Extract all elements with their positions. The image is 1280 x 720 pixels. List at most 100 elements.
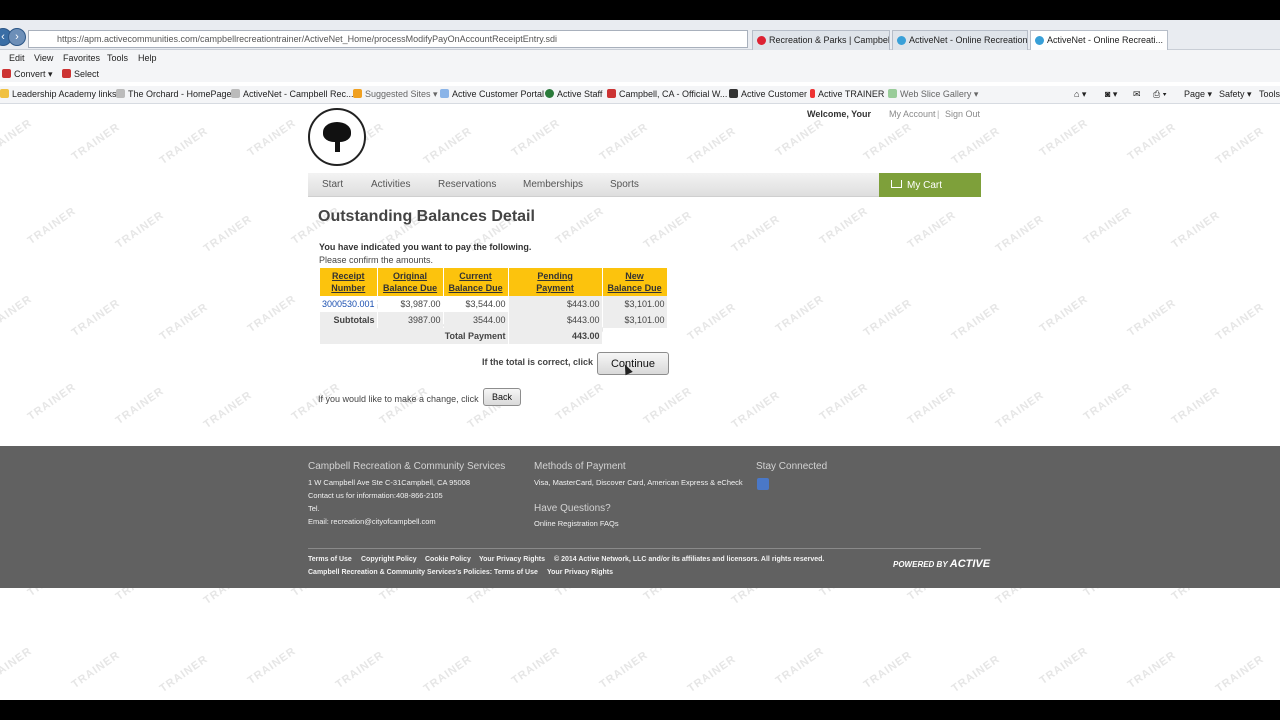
watermark-text: TRAINER	[597, 121, 651, 163]
terms-link[interactable]: Terms of Use	[308, 556, 352, 563]
faq-link[interactable]: Online Registration FAQs	[534, 519, 619, 528]
receipt-link[interactable]: 3000530.001	[320, 296, 377, 312]
nav-activities[interactable]: Activities	[371, 179, 410, 190]
watermark-text: TRAINER	[0, 117, 35, 159]
watermark-text: TRAINER	[685, 301, 739, 343]
bing-icon	[353, 89, 362, 98]
home-icon[interactable]: ⌂ ▾	[1074, 89, 1086, 100]
watermark-text: TRAINER	[25, 205, 79, 247]
fav-activenet[interactable]: ActiveNet - Campbell Rec...	[231, 89, 354, 99]
tools-menu[interactable]: Tools	[1259, 89, 1280, 99]
privacy-link[interactable]: Your Privacy Rights	[479, 556, 545, 563]
watermark-text: TRAINER	[1081, 381, 1135, 423]
menu-view[interactable]: View	[34, 53, 53, 63]
tab-activenet-1[interactable]: ActiveNet - Online Recreation ...	[892, 30, 1028, 50]
watermark-text: TRAINER	[773, 117, 827, 159]
my-cart-button[interactable]: My Cart	[879, 173, 981, 197]
convert-icon	[2, 69, 11, 78]
fav-campbell[interactable]: Campbell, CA - Official W...	[607, 89, 727, 99]
tab-recreation-parks[interactable]: Recreation & Parks | Campbell,...	[752, 30, 890, 50]
fav-suggested[interactable]: Suggested Sites ▾	[353, 89, 438, 100]
org-privacy-link[interactable]: Your Privacy Rights	[547, 569, 613, 576]
nav-sports[interactable]: Sports	[610, 179, 639, 190]
watermark-text: TRAINER	[1125, 121, 1179, 163]
watermark-text: TRAINER	[773, 293, 827, 335]
copyright-notice: © 2014 Active Network, LLC and/or its af…	[554, 556, 825, 563]
address-bar-row: ‹ › https://apm.activecommunities.com/ca…	[0, 20, 1280, 50]
fav-web-slice[interactable]: Web Slice Gallery ▾	[888, 89, 978, 100]
fav-active-staff[interactable]: Active Staff	[545, 89, 602, 99]
col-original-balance[interactable]: Original Balance Due	[377, 268, 443, 296]
col-receipt-number[interactable]: Receipt Number	[320, 268, 377, 296]
mail-icon[interactable]: ✉	[1133, 89, 1141, 100]
feed-icon[interactable]: ◙ ▾	[1105, 89, 1117, 100]
nav-start[interactable]: Start	[322, 179, 343, 190]
subtotals-label: Subtotals	[320, 312, 377, 328]
col-new-balance[interactable]: New Balance Due	[602, 268, 667, 296]
city-seal-logo[interactable]	[308, 108, 366, 166]
page-menu[interactable]: Page ▾	[1184, 89, 1212, 100]
total-payment-label: Total Payment	[320, 328, 508, 344]
footer-connected-title: Stay Connected	[756, 461, 828, 472]
tab-activenet-2[interactable]: ActiveNet - Online Recreati...	[1030, 30, 1168, 50]
print-icon[interactable]: ⎙ ▾	[1153, 89, 1166, 100]
watermark-text: TRAINER	[949, 125, 1003, 167]
footer-address: 1 W Campbell Ave Ste C-31Campbell, CA 95…	[308, 478, 471, 487]
intro-text: You have indicated you want to pay the f…	[319, 242, 532, 252]
header-separator: |	[937, 109, 940, 119]
safety-menu[interactable]: Safety ▾	[1219, 89, 1252, 100]
site-footer: Campbell Recreation & Community Services…	[0, 446, 1280, 588]
fav-customer-portal[interactable]: Active Customer Portal	[440, 89, 544, 99]
watermark-text: TRAINER	[553, 381, 607, 423]
menu-help[interactable]: Help	[138, 53, 157, 63]
watermark-text: TRAINER	[1081, 205, 1135, 247]
watermark-text: TRAINER	[201, 213, 255, 255]
cell-pending: $443.00	[508, 296, 602, 312]
watermark-text: TRAINER	[333, 649, 387, 691]
convert-button[interactable]: Convert ▾	[2, 69, 53, 80]
watermark-text: TRAINER	[421, 125, 475, 167]
watermark-text: TRAINER	[69, 297, 123, 339]
nav-reservations[interactable]: Reservations	[438, 179, 496, 190]
fav-leadership[interactable]: Leadership Academy links	[0, 89, 117, 99]
powered-by-active-logo[interactable]: POWERED BY ACTIVE	[893, 558, 990, 570]
select-button[interactable]: Select	[62, 69, 99, 79]
col-pending-payment[interactable]: Pending Payment	[508, 268, 602, 296]
org-terms-link[interactable]: Campbell Recreation & Community Services…	[308, 569, 538, 576]
back-button[interactable]: Back	[483, 388, 521, 406]
watermark-text: TRAINER	[509, 117, 563, 159]
subtotal-original: 3987.00	[377, 312, 443, 328]
url-text: https://apm.activecommunities.com/campbe…	[57, 34, 558, 44]
watermark-text: TRAINER	[993, 389, 1047, 431]
watermark-text: TRAINER	[245, 117, 299, 159]
forward-nav-icon[interactable]: ›	[8, 28, 26, 46]
page-icon	[729, 89, 738, 98]
address-input[interactable]: https://apm.activecommunities.com/campbe…	[28, 30, 748, 48]
copyright-link[interactable]: Copyright Policy	[361, 556, 417, 563]
subtotal-new: $3,101.00	[602, 312, 667, 328]
menu-edit[interactable]: Edit	[9, 53, 25, 63]
my-account-link[interactable]: My Account	[889, 109, 936, 119]
menu-favorites[interactable]: Favorites	[63, 53, 100, 63]
total-row: Total Payment 443.00	[320, 328, 667, 344]
nav-memberships[interactable]: Memberships	[523, 179, 583, 190]
fav-active-customer[interactable]: Active Customer	[729, 89, 807, 99]
browser-window: ‹ › https://apm.activecommunities.com/ca…	[0, 20, 1280, 700]
menu-tools[interactable]: Tools	[107, 53, 128, 63]
menu-bar: Edit View Favorites Tools Help	[0, 50, 1280, 66]
confirm-instructions: Please confirm the amounts.	[319, 255, 434, 265]
cookie-link[interactable]: Cookie Policy	[425, 556, 471, 563]
sign-out-link[interactable]: Sign Out	[945, 109, 980, 119]
fav-orchard[interactable]: The Orchard - HomePage	[116, 89, 232, 99]
col-current-balance[interactable]: Current Balance Due	[443, 268, 508, 296]
cell-current: $3,544.00	[443, 296, 508, 312]
watermark-text: TRAINER	[113, 209, 167, 251]
watermark-text: TRAINER	[113, 385, 167, 427]
fav-active-trainer[interactable]: Active TRAINER	[810, 89, 884, 99]
facebook-icon[interactable]	[757, 478, 769, 490]
watermark-text: TRAINER	[1037, 293, 1091, 335]
footer-email[interactable]: Email: recreation@cityofcampbell.com	[308, 517, 436, 526]
watermark-text: TRAINER	[1169, 209, 1223, 251]
pin-icon	[810, 89, 815, 98]
page-title: Outstanding Balances Detail	[318, 208, 535, 225]
